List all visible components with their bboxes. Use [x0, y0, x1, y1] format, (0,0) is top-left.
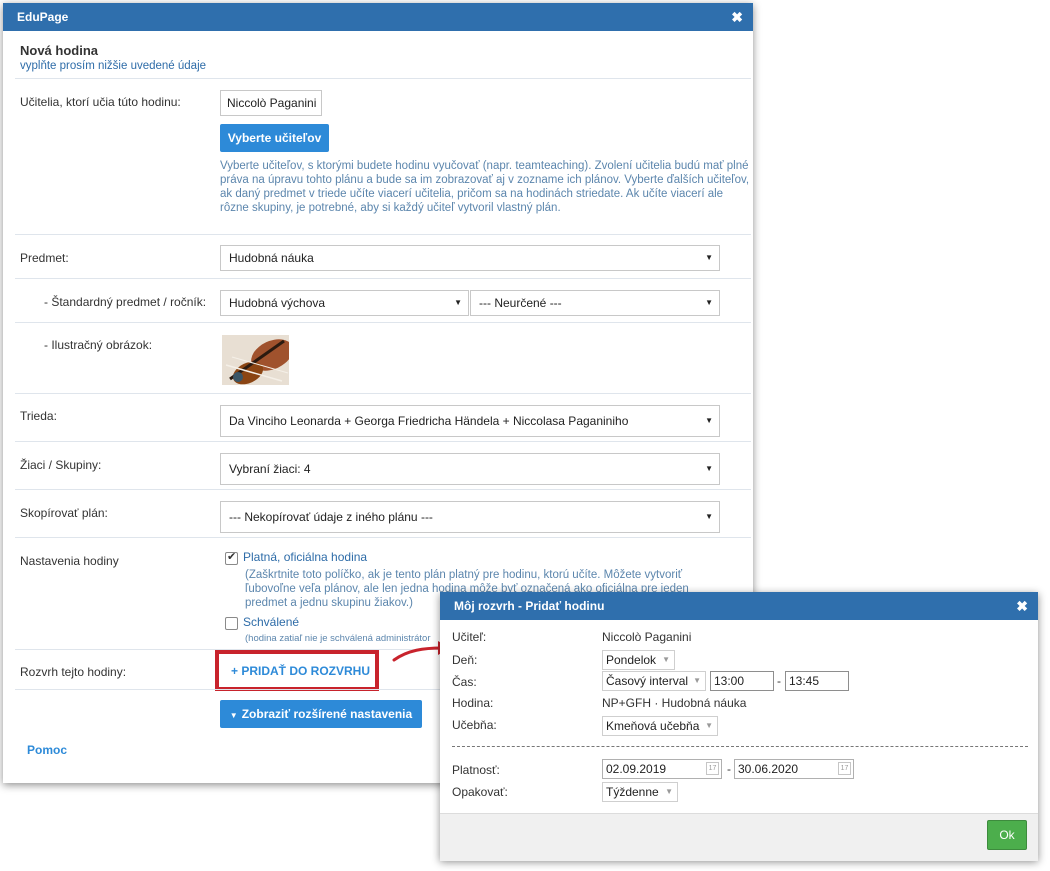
time-to-input[interactable]: 13:45 — [785, 671, 849, 691]
close-icon[interactable]: ✖ — [1016, 592, 1028, 620]
grade-value: --- Neurčené --- — [479, 296, 562, 310]
day-label: Deň: — [452, 653, 478, 667]
repeat-label: Opakovať: — [452, 785, 508, 799]
students-value: Vybraní žiaci: 4 — [229, 462, 311, 476]
official-checkbox[interactable]: ✔ — [225, 551, 238, 565]
divider — [15, 441, 751, 442]
divider — [15, 322, 751, 323]
class-label: Trieda: — [20, 409, 57, 423]
subject-select[interactable]: Hudobná náuka ▼ — [220, 245, 720, 271]
students-select[interactable]: Vybraní žiaci: 4 ▼ — [220, 453, 720, 485]
advanced-settings-label: Zobraziť rozšírené nastavenia — [241, 707, 413, 721]
subject-label: Predmet: — [20, 251, 69, 265]
checkmark-icon: ✔ — [227, 551, 237, 563]
time-label: Čas: — [452, 675, 477, 689]
page-subtitle: vyplňte prosím nižšie uvedené údaje — [20, 60, 207, 72]
time-mode-value: Časový interval — [606, 674, 689, 688]
validity-from-value: 02.09.2019 — [606, 762, 667, 776]
repeat-value: Týždenne — [606, 785, 659, 799]
page-title: Nová hodina — [20, 43, 99, 58]
dropdown-arrow-icon: ▼ — [705, 721, 713, 730]
divider — [15, 393, 751, 394]
copy-plan-select[interactable]: --- Nekopírovať údaje z iného plánu --- … — [220, 501, 720, 533]
time-separator: - — [777, 674, 781, 688]
validity-from-input[interactable]: 02.09.2019 17 — [602, 759, 722, 779]
dropdown-arrow-icon: ▼ — [454, 298, 462, 307]
schedule-label: Rozvrh tejto hodiny: — [20, 665, 127, 679]
divider — [15, 489, 751, 490]
class-value: Da Vinciho Leonarda + Georga Friedricha … — [229, 414, 629, 428]
settings-label: Nastavenia hodiny — [20, 554, 119, 568]
popup-footer — [440, 813, 1038, 861]
lesson-label: Hodina: — [452, 696, 494, 710]
violin-image[interactable] — [222, 335, 289, 385]
teacher-value: Niccolò Paganini — [602, 630, 692, 644]
time-mode-select[interactable]: Časový interval ▼ — [602, 671, 706, 691]
divider — [15, 278, 751, 279]
popup-title: Môj rozvrh - Pridať hodinu — [454, 599, 605, 613]
lesson-value: NP+GFH · Hudobná náuka — [602, 696, 747, 710]
official-label[interactable]: Platná, oficiálna hodina — [243, 550, 367, 564]
select-teachers-button[interactable]: Vyberte učiteľov — [220, 124, 329, 152]
divider — [15, 78, 751, 79]
chevron-down-icon: ▼ — [229, 711, 238, 720]
dialog-titlebar: EduPage ✖ — [3, 3, 753, 31]
approved-label[interactable]: Schválené — [243, 615, 299, 629]
copy-plan-label: Skopírovať plán: — [20, 506, 108, 520]
dropdown-arrow-icon: ▼ — [665, 787, 673, 796]
day-value: Pondelok — [606, 653, 657, 667]
dropdown-arrow-icon: ▼ — [693, 676, 701, 685]
dropdown-arrow-icon: ▼ — [705, 416, 713, 425]
time-from-input[interactable]: 13:00 — [710, 671, 774, 691]
divider — [15, 537, 751, 538]
room-select[interactable]: Kmeňová učebňa ▼ — [602, 716, 718, 736]
class-select[interactable]: Da Vinciho Leonarda + Georga Friedricha … — [220, 405, 720, 437]
add-lesson-popup: Môj rozvrh - Pridať hodinu ✖ Učiteľ: Nic… — [440, 592, 1038, 861]
dropdown-arrow-icon: ▼ — [705, 253, 713, 262]
standard-subject-value: Hudobná výchova — [229, 296, 326, 310]
validity-separator: - — [727, 762, 731, 776]
approved-checkbox[interactable] — [225, 617, 238, 630]
validity-to-input[interactable]: 30.06.2020 17 — [734, 759, 854, 779]
room-value: Kmeňová učebňa — [606, 719, 700, 733]
dropdown-arrow-icon: ▼ — [705, 464, 713, 473]
close-icon[interactable]: ✖ — [731, 3, 743, 31]
grade-select[interactable]: --- Neurčené --- ▼ — [470, 290, 720, 316]
students-label: Žiaci / Skupiny: — [20, 458, 102, 472]
advanced-settings-button[interactable]: ▼ Zobraziť rozšírené nastavenia — [220, 700, 422, 728]
subject-value: Hudobná náuka — [229, 251, 314, 265]
dropdown-arrow-icon: ▼ — [705, 512, 713, 521]
standard-subject-select[interactable]: Hudobná výchova ▼ — [220, 290, 469, 316]
dropdown-arrow-icon: ▼ — [662, 655, 670, 664]
help-link[interactable]: Pomoc — [27, 743, 67, 757]
room-label: Učebňa: — [452, 718, 497, 732]
day-select[interactable]: Pondelok ▼ — [602, 650, 675, 670]
divider — [452, 746, 1028, 747]
popup-titlebar: Môj rozvrh - Pridať hodinu ✖ — [440, 592, 1038, 620]
validity-to-value: 30.06.2020 — [738, 762, 799, 776]
divider — [15, 234, 751, 235]
illustration-label: - Ilustračný obrázok: — [44, 338, 153, 352]
calendar-icon[interactable]: 17 — [838, 762, 851, 775]
ok-button[interactable]: Ok — [987, 820, 1027, 850]
copy-plan-value: --- Nekopírovať údaje z iného plánu --- — [229, 510, 433, 524]
teachers-help-text: Vyberte učiteľov, s ktorými budete hodin… — [220, 160, 750, 214]
calendar-icon[interactable]: 17 — [706, 762, 719, 775]
dropdown-arrow-icon: ▼ — [705, 298, 713, 307]
teacher-field[interactable]: Niccolò Paganini — [220, 90, 322, 116]
violin-illustration — [222, 335, 289, 385]
add-to-schedule-button[interactable]: + PRIDAŤ DO ROZVRHU — [231, 664, 370, 678]
repeat-select[interactable]: Týždenne ▼ — [602, 782, 678, 802]
dialog-title: EduPage — [17, 10, 69, 24]
teachers-label: Učitelia, ktorí učia túto hodinu: — [20, 95, 181, 109]
validity-label: Platnosť: — [452, 763, 500, 777]
teacher-label: Učiteľ: — [452, 630, 487, 644]
standard-subject-label: - Štandardný predmet / ročník: — [44, 295, 207, 309]
